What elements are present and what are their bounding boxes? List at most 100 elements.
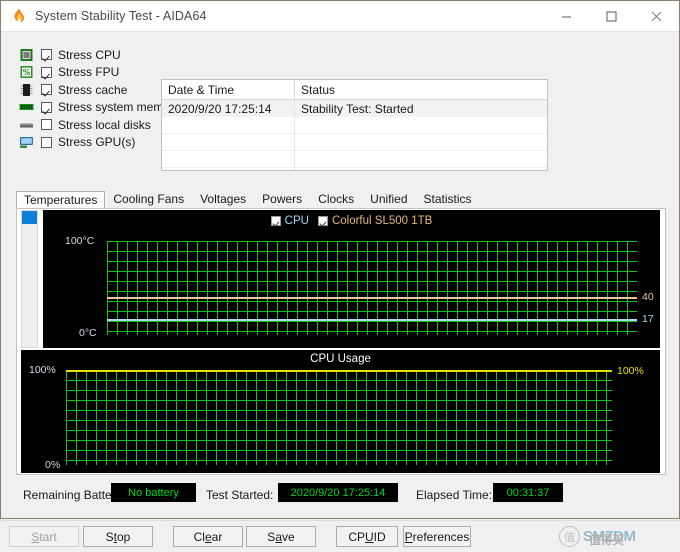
legend-item-ssd[interactable]: Colorful SL500 1TB — [317, 215, 433, 227]
watermark-cjk: 值得买 — [589, 533, 624, 547]
cpuid-button[interactable]: CPUID — [336, 526, 398, 547]
start-button[interactable]: Start — [9, 526, 79, 547]
cpu-usage-plot — [66, 370, 612, 465]
legend-ssd-checkbox[interactable] — [317, 216, 328, 226]
event-log-header: Date & Time Status — [162, 80, 547, 100]
cell-empty — [162, 168, 295, 170]
legend-ssd-label: Colorful SL500 1TB — [331, 215, 433, 227]
stress-memory-checkbox[interactable] — [41, 101, 52, 113]
stress-option-memory[interactable]: Stress system memory — [19, 99, 180, 117]
legend-item-cpu[interactable]: CPU — [270, 215, 309, 227]
fpu-percent-icon: % — [19, 65, 34, 79]
stress-option-cache[interactable]: Stress cache — [19, 81, 180, 99]
svg-text:%: % — [23, 68, 31, 77]
cpu-chip-icon — [19, 48, 34, 62]
stress-option-disks[interactable]: Stress local disks — [19, 116, 180, 134]
temperatures-legend: CPU Colorful SL500 1TB — [43, 215, 660, 227]
series-line-cpu — [107, 319, 637, 321]
save-button-label: Save — [267, 529, 295, 544]
tab-powers[interactable]: Powers — [254, 190, 310, 208]
tab-unified[interactable]: Unified — [362, 190, 415, 208]
tab-clocks[interactable]: Clocks — [310, 190, 362, 208]
clear-button-label: Clear — [193, 529, 223, 544]
stop-button-label: Stop — [105, 529, 131, 544]
title-bar: System Stability Test - AIDA64 — [1, 1, 679, 31]
start-button-label: Start — [31, 529, 57, 544]
cell-empty — [162, 117, 295, 134]
close-button[interactable] — [634, 1, 679, 31]
minimize-icon — [562, 16, 571, 17]
stress-gpu-checkbox[interactable] — [41, 136, 52, 148]
battery-value: No battery — [111, 483, 196, 502]
tab-statistics[interactable]: Statistics — [416, 190, 480, 208]
stress-fpu-checkbox[interactable] — [41, 66, 52, 78]
tab-temperatures[interactable]: Temperatures — [16, 191, 106, 209]
preferences-button-label: Preferences — [404, 529, 470, 544]
tab-bar: Temperatures Cooling Fans Voltages Power… — [16, 190, 666, 209]
cell-empty — [162, 151, 295, 168]
gpu-monitor-icon — [19, 135, 34, 149]
cpu-usage-title: CPU Usage — [310, 353, 371, 365]
cpu-usage-value: 100% — [617, 365, 644, 377]
cell-empty — [295, 168, 547, 170]
client-area: Stress CPU % Stress FPU Stress cache Str… — [1, 31, 680, 552]
stress-gpu-label: Stress GPU(s) — [58, 135, 136, 150]
series-line-cpu-usage — [66, 370, 612, 372]
stress-cpu-checkbox[interactable] — [41, 49, 52, 61]
button-bar: Start Stop Clear Save CPUID Preferences … — [1, 520, 680, 552]
stress-option-cpu[interactable]: Stress CPU — [19, 46, 180, 64]
window-title: System Stability Test - AIDA64 — [35, 9, 207, 23]
stress-option-fpu[interactable]: % Stress FPU — [19, 64, 180, 82]
cell-empty — [162, 134, 295, 151]
cell-empty — [295, 134, 547, 151]
stop-button[interactable]: Stop — [83, 526, 153, 547]
legend-cpu-checkbox[interactable] — [270, 216, 281, 226]
cpuid-button-label: CPUID — [348, 529, 386, 544]
temp-value-ssd: 40 — [642, 291, 654, 303]
column-header-datetime[interactable]: Date & Time — [162, 80, 295, 99]
table-row-empty — [162, 151, 547, 168]
save-button[interactable]: Save — [246, 526, 316, 547]
series-line-ssd — [107, 297, 637, 299]
stress-disks-checkbox[interactable] — [41, 119, 52, 131]
watermark-badge-icon: 值 — [559, 526, 580, 547]
cell-empty — [295, 117, 547, 134]
cell-empty — [295, 151, 547, 168]
table-row[interactable]: 2020/9/20 17:25:14 Stability Test: Start… — [162, 100, 547, 117]
close-icon — [651, 11, 662, 21]
flame-icon — [10, 7, 28, 25]
table-row-empty — [162, 117, 547, 134]
cpu-axis-bottom-label: 0% — [45, 459, 61, 471]
memory-stick-icon — [19, 100, 34, 114]
table-row-empty — [162, 168, 547, 170]
sensor-scrollbar[interactable] — [21, 210, 38, 348]
minimize-button[interactable] — [544, 1, 589, 31]
temp-value-cpu: 17 — [642, 313, 654, 325]
top-area: Stress CPU % Stress FPU Stress cache Str… — [1, 32, 680, 171]
cell-datetime: 2020/9/20 17:25:14 — [162, 100, 295, 117]
stress-option-gpu[interactable]: Stress GPU(s) — [19, 134, 180, 152]
maximize-icon — [606, 11, 617, 21]
temp-axis-top-label: 100°C — [65, 235, 95, 247]
preferences-button[interactable]: Preferences — [403, 526, 471, 547]
watermark: 值 SMZDM 值得买 — [559, 524, 677, 549]
stress-cache-checkbox[interactable] — [41, 84, 52, 96]
stress-fpu-label: Stress FPU — [58, 65, 120, 80]
test-started-label: Test Started: — [206, 488, 274, 502]
window-controls — [544, 1, 679, 31]
tab-voltages[interactable]: Voltages — [192, 190, 254, 208]
event-log-list[interactable]: Date & Time Status 2020/9/20 17:25:14 St… — [161, 79, 548, 171]
status-strip: Remaining Battery: No battery Test Start… — [1, 479, 680, 514]
stress-disks-label: Stress local disks — [58, 117, 151, 132]
stress-cache-label: Stress cache — [58, 82, 128, 97]
cpu-axis-top-label: 100% — [29, 364, 56, 376]
stress-options-list: Stress CPU % Stress FPU Stress cache Str… — [19, 46, 180, 151]
maximize-button[interactable] — [589, 1, 634, 31]
scrollbar-thumb[interactable] — [22, 211, 37, 224]
battery-label: Remaining Battery: — [23, 488, 126, 502]
clear-button[interactable]: Clear — [173, 526, 243, 547]
tab-cooling-fans[interactable]: Cooling Fans — [105, 190, 192, 208]
column-header-status[interactable]: Status — [295, 80, 547, 99]
cpu-usage-grid — [66, 370, 612, 465]
cell-status: Stability Test: Started — [301, 101, 414, 116]
